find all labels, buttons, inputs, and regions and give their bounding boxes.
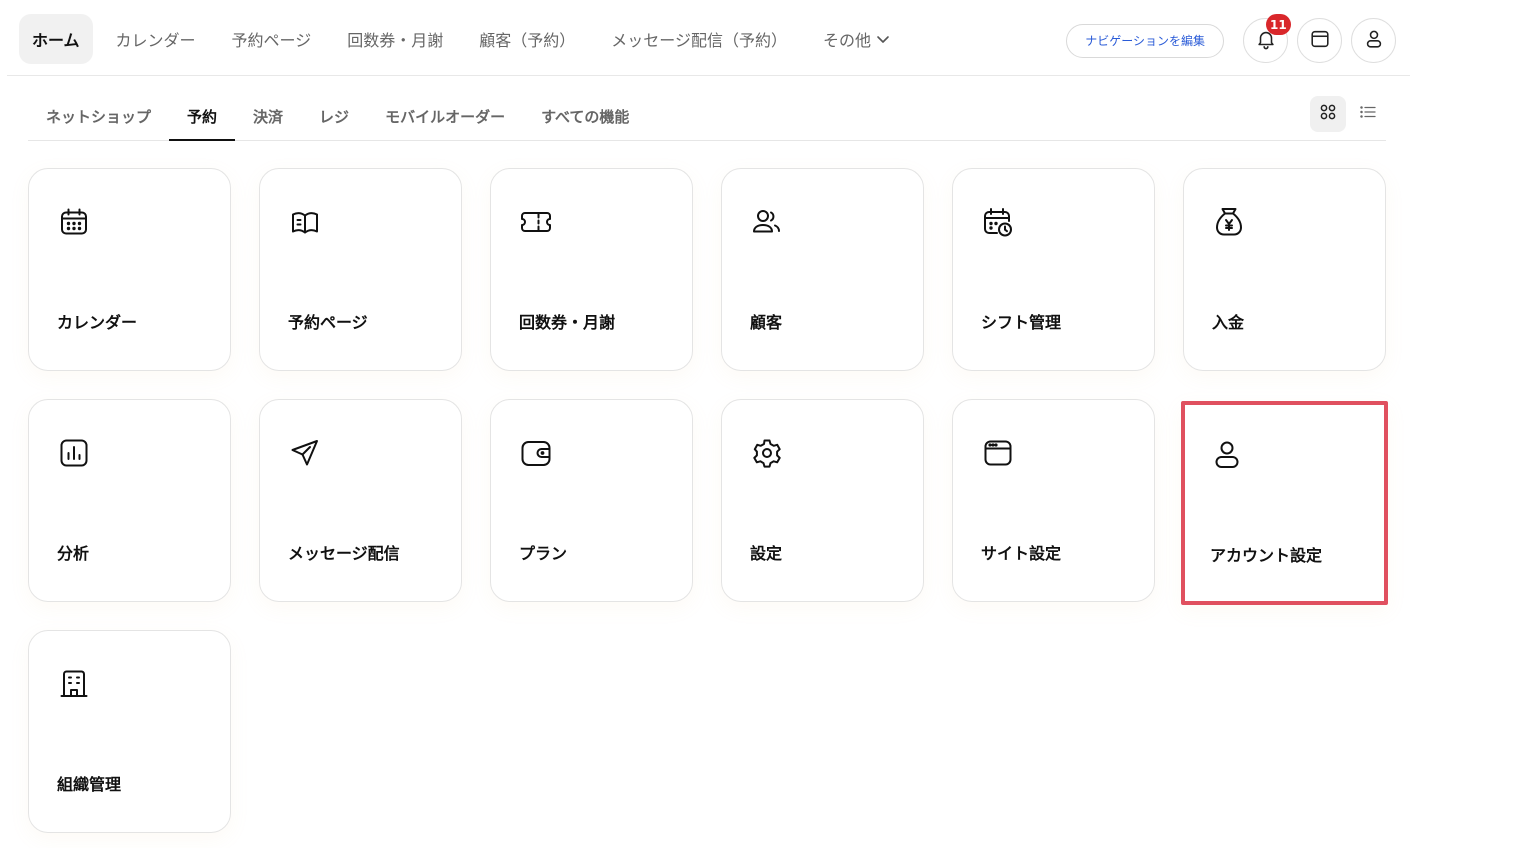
tab-mobile-order[interactable]: モバイルオーダー <box>367 96 523 141</box>
edit-navigation-button[interactable]: ナビゲーションを編集 <box>1066 23 1224 58</box>
tile-settings[interactable]: 設定 <box>721 399 924 602</box>
tab-register[interactable]: レジ <box>301 96 367 141</box>
account-button[interactable] <box>1351 18 1396 63</box>
tile-label: 顧客 <box>750 313 783 332</box>
view-toggle <box>1306 96 1386 132</box>
grid-icon <box>1319 103 1337 125</box>
nav-item-customers[interactable]: 顧客（予約） <box>466 14 588 64</box>
tile-message-delivery[interactable]: メッセージ配信 <box>259 399 462 602</box>
tab-payment[interactable]: 決済 <box>235 96 301 141</box>
tile-calendar[interactable]: カレンダー <box>28 168 231 371</box>
tile-label: 予約ページ <box>288 313 368 332</box>
nav-item-more-label: その他 <box>822 31 871 50</box>
tile-label: シフト管理 <box>981 313 1062 332</box>
tile-deposits[interactable]: 入金 <box>1183 168 1386 371</box>
nav-item-calendar[interactable]: カレンダー <box>103 14 209 64</box>
tile-label: プラン <box>519 544 568 563</box>
notifications-button[interactable]: 11 <box>1243 14 1291 63</box>
wallet-icon <box>519 436 553 470</box>
nav-item-home[interactable]: ホーム <box>19 14 93 64</box>
open-book-icon <box>288 205 322 239</box>
user-icon <box>1210 438 1244 472</box>
list-icon <box>1359 103 1377 125</box>
send-icon <box>288 436 322 470</box>
money-bag-yen-icon <box>1212 205 1246 239</box>
tile-tickets[interactable]: 回数券・月謝 <box>490 168 693 371</box>
users-icon <box>750 205 784 239</box>
user-icon <box>1363 28 1385 54</box>
top-navigation: ホーム カレンダー 予約ページ 回数券・月謝 顧客（予約） メッセージ配信（予約… <box>7 0 1410 76</box>
tile-label: サイト設定 <box>981 544 1062 563</box>
tab-booking[interactable]: 予約 <box>169 96 236 141</box>
tab-list: ネットショップ 予約 決済 レジ モバイルオーダー すべての機能 <box>28 96 1386 141</box>
tile-site-settings[interactable]: サイト設定 <box>952 399 1155 602</box>
gear-icon <box>750 436 784 470</box>
notification-badge: 11 <box>1266 14 1291 35</box>
browser-window-icon <box>981 436 1015 470</box>
tile-organization[interactable]: 組織管理 <box>28 630 231 833</box>
tile-label: 組織管理 <box>57 775 122 794</box>
browser-window-icon <box>1309 28 1331 54</box>
tile-plan[interactable]: プラン <box>490 399 693 602</box>
tab-net-shop[interactable]: ネットショップ <box>28 96 169 141</box>
site-preview-button[interactable] <box>1297 18 1342 63</box>
tile-label: カレンダー <box>57 313 138 332</box>
tile-label: 設定 <box>750 544 783 563</box>
grid-view-button[interactable] <box>1310 96 1346 132</box>
nav-item-booking-page[interactable]: 予約ページ <box>219 14 325 64</box>
nav-item-messages[interactable]: メッセージ配信（予約） <box>598 14 800 64</box>
calendar-clock-icon <box>981 205 1015 239</box>
bar-chart-icon <box>57 436 91 470</box>
tab-all-features[interactable]: すべての機能 <box>523 96 647 141</box>
category-tabs: ネットショップ 予約 決済 レジ モバイルオーダー すべての機能 <box>28 96 1386 141</box>
tile-label: メッセージ配信 <box>288 544 400 563</box>
tile-customers[interactable]: 顧客 <box>721 168 924 371</box>
nav-item-more[interactable]: その他 <box>810 14 904 64</box>
building-icon <box>57 667 91 701</box>
top-nav-actions: ナビゲーションを編集 11 <box>1066 14 1396 63</box>
tile-booking-page[interactable]: 予約ページ <box>259 168 462 371</box>
tile-label: 入金 <box>1212 313 1245 332</box>
top-nav-items: ホーム カレンダー 予約ページ 回数券・月謝 顧客（予約） メッセージ配信（予約… <box>19 14 914 64</box>
tile-shift-management[interactable]: シフト管理 <box>952 168 1155 371</box>
ticket-icon <box>519 205 553 239</box>
tile-label: アカウント設定 <box>1210 546 1323 565</box>
calendar-icon <box>57 205 91 239</box>
list-view-button[interactable] <box>1350 96 1386 132</box>
tile-analytics[interactable]: 分析 <box>28 399 231 602</box>
tile-label: 回数券・月謝 <box>519 313 616 332</box>
nav-item-tickets[interactable]: 回数券・月謝 <box>334 14 456 64</box>
tile-account-settings[interactable]: アカウント設定 <box>1181 401 1388 605</box>
tile-label: 分析 <box>57 544 90 563</box>
chevron-down-icon <box>875 31 891 47</box>
